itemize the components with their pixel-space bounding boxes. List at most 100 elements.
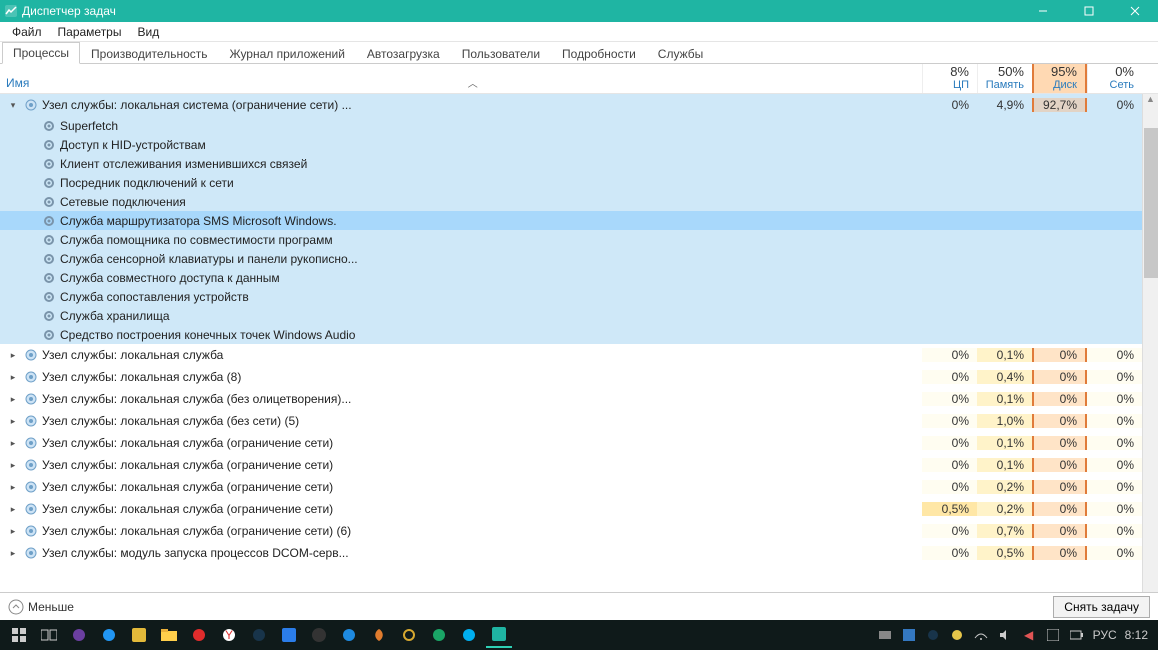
close-button[interactable] [1112,0,1158,22]
expand-icon[interactable]: ▸ [6,372,20,383]
process-list[interactable]: ▾Узел службы: локальная система (огранич… [0,94,1142,592]
tray-icon-3[interactable] [949,627,965,643]
tab-services[interactable]: Службы [647,43,714,64]
tray-steam-icon[interactable] [925,627,941,643]
expand-icon[interactable]: ▸ [6,482,20,493]
process-name: Узел службы: локальная служба (ограничен… [42,524,351,538]
fewer-details-button[interactable]: Меньше [8,599,74,615]
child-service-row[interactable]: Служба хранилища [0,306,1142,325]
expand-icon[interactable]: ▸ [6,548,20,559]
child-service-row[interactable]: Служба сопоставления устройств [0,287,1142,306]
taskbar-opera-icon[interactable] [186,622,212,648]
minimize-button[interactable] [1020,0,1066,22]
tab-performance[interactable]: Производительность [80,43,218,64]
gear-icon [42,233,56,247]
mem-cell: 0,7% [977,524,1032,538]
tray-volume-icon[interactable] [997,627,1013,643]
process-group-row[interactable]: ▸ Узел службы: локальная служба (ограниче… [0,520,1142,542]
sort-indicator-icon: ︿ [29,75,916,90]
tray-language[interactable]: РУС [1093,628,1117,642]
taskbar-app-7[interactable] [366,622,392,648]
start-button[interactable] [6,622,32,648]
menu-options[interactable]: Параметры [50,23,130,41]
collapse-icon[interactable]: ▾ [6,100,20,111]
process-name: Узел службы: локальная служба (ограничен… [42,458,333,472]
scrollbar-thumb[interactable] [1144,128,1158,278]
vertical-scrollbar[interactable]: ▲ [1142,94,1158,592]
process-group-row[interactable]: ▸Узел службы: локальная служба (ограниче… [0,498,1142,520]
expand-icon[interactable]: ▸ [6,350,20,361]
child-service-row[interactable]: Superfetch [0,116,1142,135]
maximize-button[interactable] [1066,0,1112,22]
taskbar[interactable]: Y ◀ РУС 8:12 [0,620,1158,650]
column-disk[interactable]: 95% Диск [1032,64,1087,93]
taskbar-steam-icon[interactable] [246,622,272,648]
service-host-icon [24,392,38,406]
child-service-row[interactable]: Служба маршрутизатора SMS Microsoft Wind… [0,211,1142,230]
child-service-row[interactable]: Служба помощника по совместимости програ… [0,230,1142,249]
disk-cell: 0% [1032,502,1087,516]
taskbar-skype-icon[interactable] [456,622,482,648]
expand-icon[interactable]: ▸ [6,526,20,537]
taskbar-explorer-icon[interactable] [156,622,182,648]
process-group-row[interactable]: ▸Узел службы: локальная служба (ограниче… [0,476,1142,498]
tab-users[interactable]: Пользователи [451,43,551,64]
service-host-icon [24,546,38,560]
process-group-row[interactable]: ▾Узел службы: локальная система (огранич… [0,94,1142,116]
process-group-row[interactable]: ▸Узел службы: локальная служба (без сети… [0,410,1142,432]
mem-label: Память [978,79,1024,91]
child-service-row[interactable]: Сетевые подключения [0,192,1142,211]
column-memory[interactable]: 50% Память [977,64,1032,93]
column-cpu[interactable]: 8% ЦП [922,64,977,93]
process-group-row[interactable]: ▸Узел службы: локальная служба (8)0%0,4%… [0,366,1142,388]
process-group-row[interactable]: ▸Узел службы: модуль запуска процессов D… [0,542,1142,564]
process-group-row[interactable]: ▸ Узел службы: локальная служба (ограниче… [0,454,1142,476]
taskbar-app-9[interactable] [426,622,452,648]
taskbar-app-1[interactable] [66,622,92,648]
taskbar-app-3[interactable] [126,622,152,648]
system-tray[interactable]: ◀ РУС 8:12 [877,627,1154,643]
expand-icon[interactable]: ▸ [6,460,20,471]
tray-power-icon[interactable] [1069,627,1085,643]
process-group-row[interactable]: ▸Узел службы: локальная служба0%0,1%0%0% [0,344,1142,366]
tab-app-history[interactable]: Журнал приложений [219,43,356,64]
tab-startup[interactable]: Автозагрузка [356,43,451,64]
chevron-up-circle-icon [8,599,24,615]
taskbar-app-8[interactable] [396,622,422,648]
tray-wifi-icon[interactable] [973,627,989,643]
expand-icon[interactable]: ▸ [6,416,20,427]
menu-view[interactable]: Вид [129,23,167,41]
column-name[interactable]: Имя ︿ [0,64,922,93]
child-service-row[interactable]: Средство построения конечных точек Windo… [0,325,1142,344]
child-service-row[interactable]: Доступ к HID-устройствам [0,135,1142,154]
tab-processes[interactable]: Процессы [2,42,80,64]
tray-icon-2[interactable] [901,627,917,643]
expand-icon[interactable]: ▸ [6,438,20,449]
child-service-row[interactable]: Служба сенсорной клавиатуры и панели рук… [0,249,1142,268]
taskbar-taskmgr-icon[interactable] [486,622,512,648]
scroll-up-icon[interactable]: ▲ [1143,94,1158,108]
process-group-row[interactable]: ▸Узел службы: локальная служба (без олиц… [0,388,1142,410]
taskbar-yandex-icon[interactable]: Y [216,622,242,648]
tray-icon-5[interactable] [1045,627,1061,643]
taskbar-app-5[interactable] [306,622,332,648]
column-network[interactable]: 0% Сеть [1087,64,1142,93]
taskbar-app-2[interactable] [96,622,122,648]
child-service-row[interactable]: Клиент отслеживания изменившихся связей [0,154,1142,173]
tray-icon-1[interactable] [877,627,893,643]
taskbar-app-4[interactable] [276,622,302,648]
titlebar[interactable]: Диспетчер задач [0,0,1158,22]
task-view-icon[interactable] [36,622,62,648]
child-service-row[interactable]: Служба совместного доступа к данным [0,268,1142,287]
tray-icon-4[interactable]: ◀ [1021,627,1037,643]
tab-details[interactable]: Подробности [551,43,647,64]
process-group-row[interactable]: ▸Узел службы: локальная служба (ограниче… [0,432,1142,454]
taskbar-app-6[interactable] [336,622,362,648]
expand-icon[interactable]: ▸ [6,394,20,405]
menu-file[interactable]: Файл [4,23,50,41]
child-service-row[interactable]: Посредник подключений к сети [0,173,1142,192]
expand-icon[interactable]: ▸ [6,504,20,515]
end-task-button[interactable]: Снять задачу [1053,596,1150,618]
net-cell: 0% [1087,414,1142,428]
tray-clock[interactable]: 8:12 [1125,628,1148,642]
